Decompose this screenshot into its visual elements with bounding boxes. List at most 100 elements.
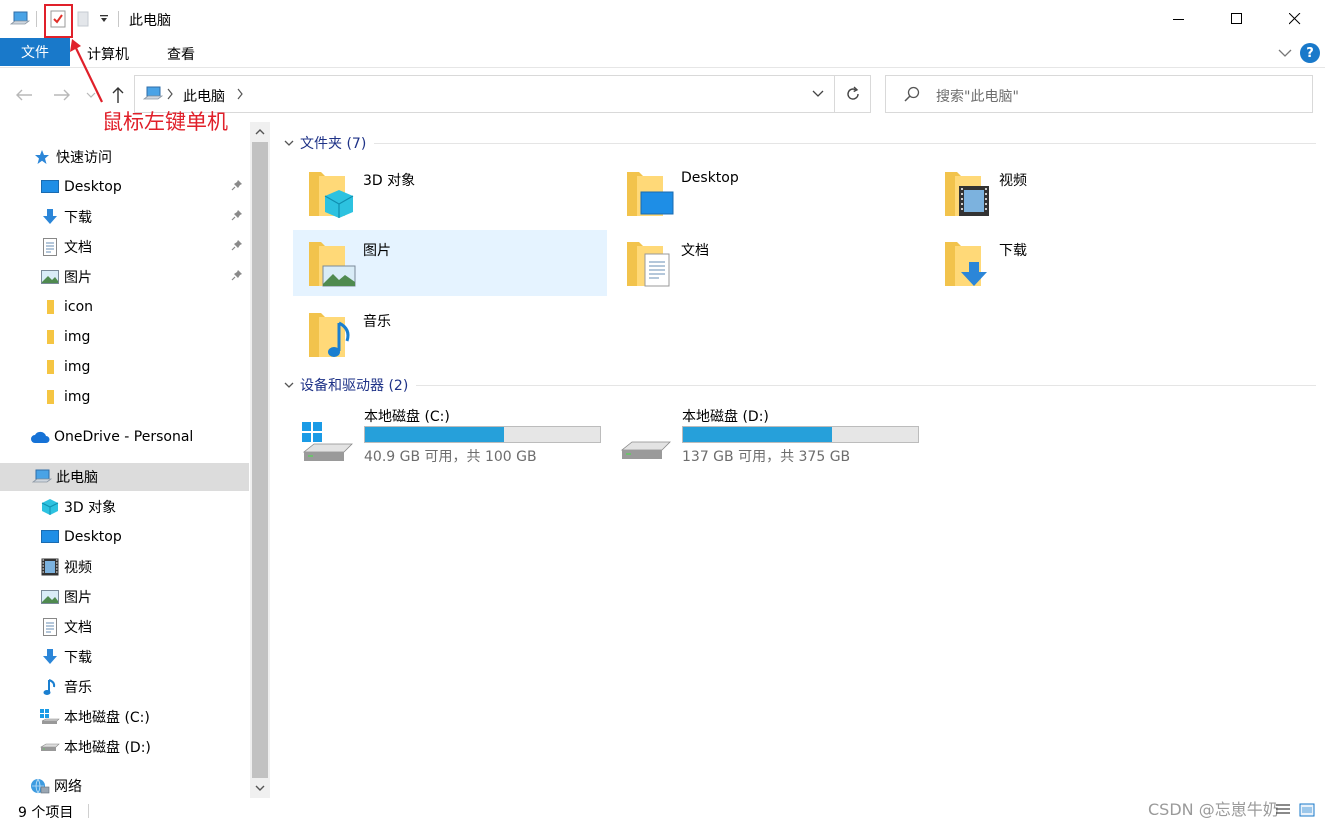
folder-icon bbox=[40, 357, 60, 377]
sidebar-item-label: 本地磁盘 (D:) bbox=[64, 740, 151, 756]
sidebar-item-desktop[interactable]: Desktop bbox=[0, 523, 249, 551]
sidebar-item-label: 3D 对象 bbox=[64, 500, 117, 516]
sidebar-item-label: 快速访问 bbox=[56, 150, 112, 166]
navigation-pane: 快速访问 Desktop 下载 文档 图片 icon img img img O… bbox=[0, 122, 270, 798]
picture-folder-icon bbox=[305, 236, 359, 290]
toolbar-divider bbox=[36, 11, 37, 27]
music-folder-icon bbox=[305, 307, 359, 361]
sidebar-item-drive-c[interactable]: 本地磁盘 (C:) bbox=[0, 703, 249, 731]
close-button[interactable] bbox=[1266, 0, 1324, 38]
new-folder-icon[interactable] bbox=[74, 8, 92, 30]
tab-view[interactable]: 查看 bbox=[167, 44, 195, 64]
sidebar-item-pictures[interactable]: 图片 bbox=[0, 583, 249, 611]
breadcrumb-chevron-icon[interactable] bbox=[166, 88, 174, 104]
refresh-button[interactable] bbox=[834, 76, 870, 112]
address-dropdown[interactable] bbox=[806, 76, 830, 112]
refresh-icon bbox=[846, 86, 859, 100]
breadcrumb[interactable]: 此电脑 bbox=[183, 86, 225, 106]
minimize-button[interactable] bbox=[1150, 0, 1208, 38]
sidebar-item-folder[interactable]: img bbox=[0, 323, 249, 351]
maximize-button[interactable] bbox=[1208, 0, 1266, 38]
sidebar-item-label: img bbox=[64, 389, 91, 405]
sidebar-item-label: 此电脑 bbox=[56, 470, 98, 486]
computer-icon[interactable] bbox=[8, 8, 32, 30]
sidebar-item-label: 文档 bbox=[64, 620, 92, 636]
drive-capacity-text: 40.9 GB 可用，共 100 GB bbox=[364, 449, 537, 465]
computer-icon bbox=[142, 85, 164, 107]
expand-ribbon-chevron-icon[interactable] bbox=[1278, 46, 1292, 62]
sidebar-item-quick-access[interactable]: 快速访问 bbox=[0, 143, 249, 171]
sidebar-item-pictures[interactable]: 图片 bbox=[0, 263, 249, 291]
drive-icon bbox=[40, 737, 60, 757]
drives-group-header[interactable]: 设备和驱动器 (2) bbox=[284, 375, 1316, 395]
scroll-up-button[interactable] bbox=[250, 122, 270, 142]
folder-tile-music[interactable]: 音乐 bbox=[293, 301, 607, 367]
large-icons-view-icon[interactable] bbox=[1299, 803, 1315, 817]
video-icon bbox=[40, 557, 60, 577]
watermark: CSDN @忘崽牛奶 bbox=[1148, 800, 1279, 819]
minimize-icon bbox=[1173, 19, 1184, 20]
folder-tile-desktop[interactable]: Desktop bbox=[611, 160, 925, 226]
sidebar-item-folder[interactable]: img bbox=[0, 353, 249, 381]
drive-icon bbox=[616, 414, 672, 462]
folder-tile-documents[interactable]: 文档 bbox=[611, 230, 925, 296]
sidebar-item-3d-objects[interactable]: 3D 对象 bbox=[0, 493, 249, 521]
sidebar-item-this-pc[interactable]: 此电脑 bbox=[0, 463, 249, 491]
music-icon bbox=[40, 677, 60, 697]
sidebar-item-label: 文档 bbox=[64, 240, 92, 256]
sidebar-item-folder[interactable]: icon bbox=[0, 293, 249, 321]
up-button[interactable] bbox=[106, 83, 130, 107]
group-divider bbox=[416, 384, 1316, 386]
chevron-down-icon bbox=[284, 382, 294, 388]
drive-tile-d[interactable]: 本地磁盘 (D:) 137 GB 可用，共 375 GB bbox=[612, 406, 932, 468]
folder-tile-videos[interactable]: 视频 bbox=[929, 160, 1243, 226]
sidebar-item-documents[interactable]: 文档 bbox=[0, 613, 249, 641]
sidebar-item-onedrive[interactable]: OneDrive - Personal bbox=[0, 423, 249, 451]
sidebar-item-downloads[interactable]: 下载 bbox=[0, 643, 249, 671]
tile-label: 3D 对象 bbox=[363, 173, 416, 189]
sidebar-item-drive-d[interactable]: 本地磁盘 (D:) bbox=[0, 733, 249, 761]
sidebar-scrollbar-thumb[interactable] bbox=[252, 142, 268, 778]
sidebar-item-label: img bbox=[64, 329, 91, 345]
breadcrumb-chevron-icon[interactable] bbox=[236, 88, 244, 104]
scroll-down-button[interactable] bbox=[250, 778, 270, 798]
sidebar-item-label: 下载 bbox=[64, 210, 92, 226]
sidebar-item-label: 下载 bbox=[64, 650, 92, 666]
details-view-icon[interactable] bbox=[1275, 803, 1291, 817]
document-folder-icon bbox=[623, 236, 677, 290]
maximize-icon bbox=[1231, 13, 1242, 24]
pin-icon[interactable] bbox=[231, 269, 243, 285]
computer-icon bbox=[32, 467, 52, 487]
title-bar: 此电脑 bbox=[0, 0, 1325, 38]
customize-toolbar-dropdown-icon[interactable] bbox=[96, 8, 112, 30]
sidebar-item-folder[interactable]: img bbox=[0, 383, 249, 411]
help-button[interactable]: ? bbox=[1300, 43, 1320, 63]
folder-tile-3d-objects[interactable]: 3D 对象 bbox=[293, 160, 607, 226]
folder-tile-downloads[interactable]: 下载 bbox=[929, 230, 1243, 296]
tab-file[interactable]: 文件 bbox=[0, 38, 70, 66]
sidebar-item-network[interactable]: 网络 bbox=[0, 772, 249, 800]
ribbon-tabs: 文件 计算机 查看 ? bbox=[0, 38, 1325, 68]
annotation-arrow-icon bbox=[70, 39, 103, 103]
sidebar-item-desktop[interactable]: Desktop bbox=[0, 173, 249, 201]
folder-icon bbox=[40, 327, 60, 347]
sidebar-item-music[interactable]: 音乐 bbox=[0, 673, 249, 701]
address-bar[interactable]: 此电脑 bbox=[134, 75, 871, 113]
star-icon bbox=[32, 147, 52, 167]
sidebar-item-downloads[interactable]: 下载 bbox=[0, 203, 249, 231]
folders-group-header[interactable]: 文件夹 (7) bbox=[284, 133, 1316, 153]
sidebar-item-documents[interactable]: 文档 bbox=[0, 233, 249, 261]
search-input[interactable]: 搜索"此电脑" bbox=[885, 75, 1313, 113]
drive-usage-fill bbox=[683, 427, 833, 442]
cube-folder-icon bbox=[305, 166, 359, 220]
drive-tile-c[interactable]: 本地磁盘 (C:) 40.9 GB 可用，共 100 GB bbox=[294, 406, 614, 468]
cube-icon bbox=[40, 497, 60, 517]
pin-icon[interactable] bbox=[231, 209, 243, 225]
sidebar-item-videos[interactable]: 视频 bbox=[0, 553, 249, 581]
folder-tile-pictures[interactable]: 图片 bbox=[293, 230, 607, 296]
cloud-icon bbox=[30, 427, 50, 447]
back-button[interactable] bbox=[12, 83, 36, 107]
drive-usage-bar bbox=[682, 426, 919, 443]
pin-icon[interactable] bbox=[231, 239, 243, 255]
pin-icon[interactable] bbox=[231, 179, 243, 195]
